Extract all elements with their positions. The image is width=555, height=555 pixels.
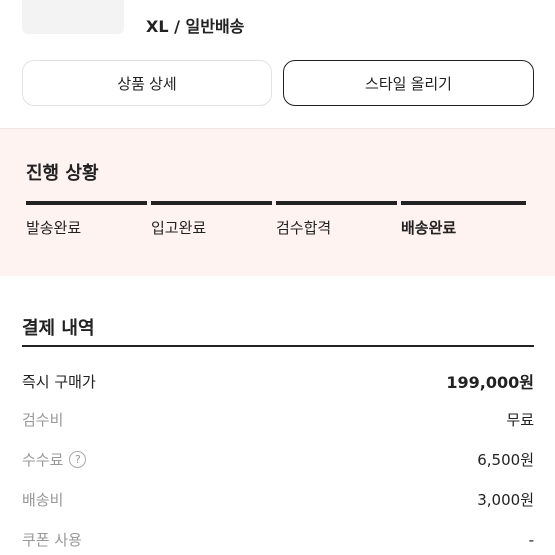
payment-value: 무료 [506,411,534,429]
product-option: XL / 일반배송 [146,17,245,36]
progress-section: 진행 상황 발송완료 입고완료 검수합격 배송완료 [0,128,555,276]
payment-divider [22,345,534,347]
progress-title: 진행 상황 [26,163,99,184]
progress-step-label: 입고완료 [151,219,207,237]
payment-row-shipping: 배송비 3,000원 [22,489,534,510]
payment-value: 3,000원 [477,491,534,509]
payment-label: 쿠폰 사용 [22,531,82,549]
progress-step-received: 입고완료 [151,201,276,238]
progress-step-delivered: 배송완료 [401,201,526,238]
progress-step-label: 배송완료 [401,219,457,237]
payment-row-price: 즉시 구매가 199,000원 [22,369,534,393]
progress-bar [401,201,526,205]
payment-label: 즉시 구매가 [22,372,96,391]
progress-step-label: 검수합격 [276,219,332,237]
progress-step-shipped: 발송완료 [26,201,151,238]
payment-title: 결제 내역 [22,318,95,339]
progress-step-label: 발송완료 [26,219,82,237]
progress-steps: 발송완료 입고완료 검수합격 배송완료 [26,201,526,238]
post-style-button[interactable]: 스타일 올리기 [283,60,534,106]
payment-label: 수수료 [22,451,64,469]
payment-row-coupon: 쿠폰 사용 - [22,529,534,550]
payment-value: - [528,530,534,549]
product-thumbnail[interactable] [22,0,124,34]
payment-row-fee: 수수료 ? 6,500원 [22,449,534,470]
progress-bar [151,201,272,205]
payment-label: 검수비 [22,411,64,429]
payment-label: 배송비 [22,491,64,509]
payment-value: 6,500원 [477,451,534,469]
payment-value: 199,000원 [446,373,534,392]
payment-label-wrap: 수수료 ? [22,449,87,470]
progress-bar [26,201,147,205]
payment-row-inspection-fee: 검수비 무료 [22,409,534,430]
progress-bar [276,201,397,205]
help-icon[interactable]: ? [69,451,87,468]
product-detail-button[interactable]: 상품 상세 [22,60,272,106]
progress-step-inspected: 검수합격 [276,201,401,238]
